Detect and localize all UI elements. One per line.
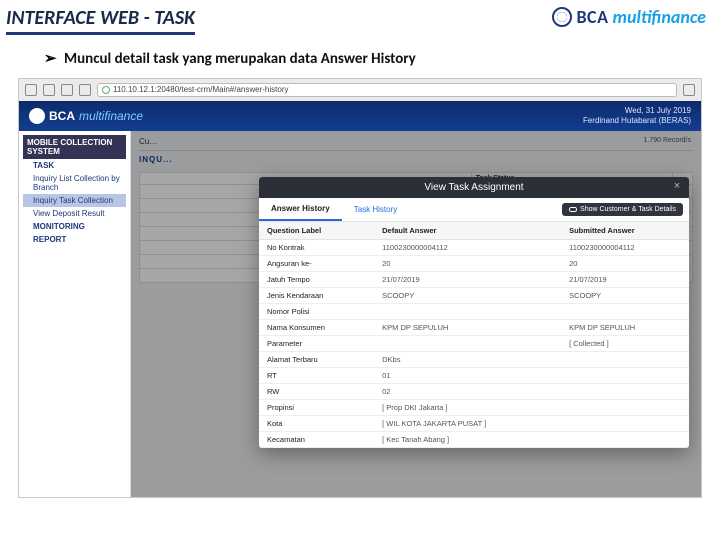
bullet-line: ➢ Muncul detail task yang merupakan data…: [44, 49, 720, 68]
bullet-arrow-icon: ➢: [44, 50, 57, 68]
sidebar-item-view-deposit[interactable]: View Deposit Result: [23, 207, 126, 220]
table-row: Kecamatan[ Kec Tanah Abang ]: [259, 432, 689, 448]
slide-title: INTERFACE WEB - TASK: [6, 6, 195, 35]
table-row: Kota[ WIL KOTA JAKARTA PUSAT ]: [259, 416, 689, 432]
app-date: Wed, 31 July 2019: [583, 106, 691, 116]
reload-button[interactable]: [61, 84, 73, 96]
bca-logo-icon: [552, 7, 572, 27]
col-submitted-answer: Submitted Answer: [561, 222, 689, 240]
app-logo-icon: [29, 108, 45, 124]
show-customer-details-button[interactable]: Show Customer & Task Details: [562, 203, 683, 216]
url-bar[interactable]: 110.10.12.1:20480/test-crm/Main#/answer-…: [97, 83, 677, 97]
eye-icon: [569, 207, 577, 212]
table-row: No Kontrak110023000000411211002300000041…: [259, 240, 689, 256]
back-button[interactable]: [25, 84, 37, 96]
url-text: 110.10.12.1:20480/test-crm/Main#/answer-…: [113, 84, 289, 96]
table-row: RT01: [259, 368, 689, 384]
browser-toolbar: 110.10.12.1:20480/test-crm/Main#/answer-…: [19, 79, 701, 101]
sidebar-header: MOBILE COLLECTION SYSTEM: [23, 135, 126, 159]
tab-task-history[interactable]: Task History: [342, 199, 410, 220]
col-question-label: Question Label: [259, 222, 374, 240]
brand-logo-block: BCAmultifinance: [552, 6, 706, 28]
info-icon: [102, 86, 110, 94]
app-brand-mf: multifinance: [79, 109, 143, 123]
main-area: Cu… INQU... 1.790 Record/s Task Status P…: [131, 131, 701, 497]
home-button[interactable]: [79, 84, 91, 96]
table-row: Jenis KendaraanSCOOPYSCOOPY: [259, 288, 689, 304]
bullet-text: Muncul detail task yang merupakan data A…: [64, 50, 416, 68]
table-row: Nama KonsumenKPM DP SEPULUHKPM DP SEPULU…: [259, 320, 689, 336]
show-details-label: Show Customer & Task Details: [580, 206, 676, 213]
table-row: Alamat TerbaruDKbs: [259, 352, 689, 368]
sidebar-item-inquiry-branch[interactable]: Inquiry List Collection by Branch: [23, 172, 126, 194]
table-row: Nomor Polisi: [259, 304, 689, 320]
col-default-answer: Default Answer: [374, 222, 561, 240]
tab-answer-history[interactable]: Answer History: [259, 198, 342, 221]
view-task-modal: View Task Assignment × Answer History Ta…: [259, 177, 689, 448]
sidebar-item-task[interactable]: TASK: [23, 159, 126, 172]
forward-button[interactable]: [43, 84, 55, 96]
table-row: RW02: [259, 384, 689, 400]
sidebar-item-inquiry-task[interactable]: Inquiry Task Collection: [23, 194, 126, 207]
answer-history-table: Question Label Default Answer Submitted …: [259, 222, 689, 448]
brand-bca-text: BCA: [576, 6, 608, 28]
sidebar-item-monitoring[interactable]: MONITORING: [23, 220, 126, 233]
sidebar: MOBILE COLLECTION SYSTEM TASK Inquiry Li…: [19, 131, 131, 497]
app-user: Ferdinand Hutabarat (BERAS): [583, 116, 691, 126]
modal-title: View Task Assignment: [424, 182, 523, 193]
close-icon[interactable]: ×: [671, 180, 683, 192]
table-row: Propinsi[ Prop DKI Jakarta ]: [259, 400, 689, 416]
app-topbar: BCA multifinance Wed, 31 July 2019 Ferdin…: [19, 101, 701, 131]
sidebar-item-report[interactable]: REPORT: [23, 233, 126, 246]
screenshot-frame: 110.10.12.1:20480/test-crm/Main#/answer-…: [18, 78, 702, 498]
menu-button[interactable]: [683, 84, 695, 96]
table-row: Jatuh Tempo21/07/201921/07/2019: [259, 272, 689, 288]
app-brand-bca: BCA: [49, 109, 75, 123]
table-row: Angsuran ke-2020: [259, 256, 689, 272]
brand-mf-text: multifinance: [612, 6, 706, 28]
table-row: Parameter[ Collected ]: [259, 336, 689, 352]
